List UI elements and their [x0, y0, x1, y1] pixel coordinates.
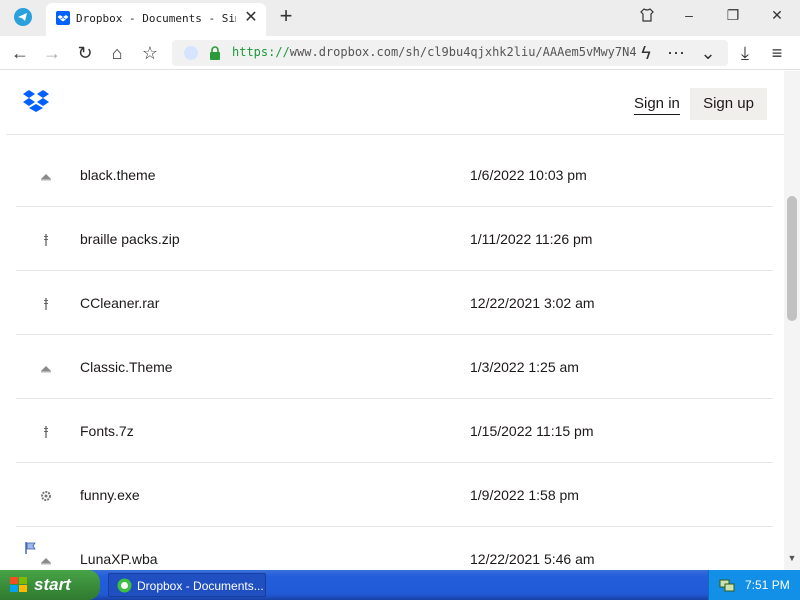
- network-icon[interactable]: [719, 577, 735, 593]
- lightning-icon[interactable]: ϟ: [634, 41, 658, 65]
- browser-tab-strip: Dropbox - Documents - Simpl ✕ + – ❐ ✕: [0, 0, 800, 36]
- clock: 7:51 PM: [745, 578, 790, 592]
- url-text[interactable]: https://www.dropbox.com/sh/cl9bu4qjxhk2l…: [232, 45, 637, 59]
- taskbar-item-label: Dropbox - Documents...: [137, 579, 264, 593]
- theme-file-icon: [40, 361, 52, 373]
- file-modified-date: 1/6/2022 10:03 pm: [470, 167, 587, 183]
- page-scrollbar[interactable]: ▼: [784, 71, 800, 570]
- start-button[interactable]: start: [0, 570, 100, 600]
- file-name[interactable]: CCleaner.rar: [80, 295, 159, 311]
- zip-file-icon: [40, 297, 52, 310]
- file-modified-date: 1/11/2022 11:26 pm: [470, 231, 593, 247]
- tab-close-icon[interactable]: ✕: [242, 9, 260, 27]
- zip-file-icon: [40, 233, 52, 246]
- windows-logo-icon: [10, 577, 28, 593]
- home-button[interactable]: ⌂: [105, 41, 129, 65]
- page-content: Sign in Sign up black.theme 1/6/2022 10:0…: [0, 71, 800, 570]
- bookmarks-star-icon[interactable]: ☆: [138, 41, 162, 65]
- minimize-button[interactable]: –: [674, 4, 704, 26]
- file-name[interactable]: funny.exe: [80, 487, 140, 503]
- chevron-down-icon[interactable]: ⌄: [696, 41, 720, 65]
- zip-file-icon: [40, 425, 52, 438]
- browser-toolbar: ← → ↻ ⌂ ☆ https://www.dropbox.com/sh/cl9…: [0, 36, 800, 70]
- file-row[interactable]: funny.exe 1/9/2022 1:58 pm: [16, 463, 773, 527]
- file-row[interactable]: Fonts.7z 1/15/2022 11:15 pm: [16, 399, 773, 463]
- exe-file-icon: [40, 489, 52, 501]
- tab-title: Dropbox - Documents - Simpl: [76, 12, 236, 25]
- file-name[interactable]: Fonts.7z: [80, 423, 134, 439]
- site-info-icon[interactable]: [184, 46, 198, 60]
- file-modified-date: 12/22/2021 5:46 am: [470, 551, 595, 567]
- more-options-icon[interactable]: ⋯: [664, 41, 688, 65]
- file-name[interactable]: Classic.Theme: [80, 359, 173, 375]
- file-modified-date: 1/15/2022 11:15 pm: [470, 423, 594, 439]
- system-tray: 7:51 PM: [708, 570, 800, 600]
- file-row[interactable]: black.theme 1/6/2022 10:03 pm: [16, 143, 773, 207]
- file-row[interactable]: braille packs.zip 1/11/2022 11:26 pm: [16, 207, 773, 271]
- file-name[interactable]: LunaXP.wba: [80, 551, 158, 567]
- reload-button[interactable]: ↻: [73, 41, 97, 65]
- file-name[interactable]: black.theme: [80, 167, 155, 183]
- file-row[interactable]: CCleaner.rar 12/22/2021 3:02 am: [16, 271, 773, 335]
- sign-in-link[interactable]: Sign in: [634, 95, 680, 115]
- start-label: start: [34, 575, 71, 594]
- file-modified-date: 12/22/2021 3:02 am: [470, 295, 595, 311]
- dropbox-logo-icon[interactable]: [22, 89, 50, 115]
- back-button[interactable]: ←: [8, 41, 32, 65]
- telegram-icon[interactable]: [14, 8, 32, 26]
- site-header: Sign in Sign up: [6, 71, 784, 135]
- taskbar-item-dropbox[interactable]: Dropbox - Documents...: [108, 573, 266, 597]
- tab-dropbox[interactable]: Dropbox - Documents - Simpl ✕: [46, 3, 266, 36]
- theme-file-icon: [40, 553, 52, 565]
- flag-icon: [24, 541, 38, 555]
- theme-file-icon: [40, 169, 52, 181]
- file-modified-date: 1/9/2022 1:58 pm: [470, 487, 579, 503]
- menu-icon[interactable]: ≡: [765, 41, 789, 65]
- shirt-icon[interactable]: [632, 4, 662, 26]
- taskbar: start Dropbox - Documents... 7:51 PM: [0, 570, 800, 600]
- file-name[interactable]: braille packs.zip: [80, 231, 180, 247]
- file-row[interactable]: Classic.Theme 1/3/2022 1:25 am: [16, 335, 773, 399]
- browser-icon: [117, 578, 132, 593]
- dropbox-favicon-icon: [56, 11, 70, 25]
- new-tab-button[interactable]: +: [276, 5, 296, 28]
- close-window-button[interactable]: ✕: [762, 4, 792, 26]
- file-modified-date: 1/3/2022 1:25 am: [470, 359, 579, 375]
- forward-button[interactable]: →: [40, 41, 64, 65]
- scroll-thumb[interactable]: [787, 196, 797, 321]
- scroll-down-arrow-icon[interactable]: ▼: [787, 553, 797, 563]
- lock-icon[interactable]: [208, 45, 222, 61]
- restore-button[interactable]: ❐: [718, 4, 748, 26]
- download-icon[interactable]: ⤓: [733, 41, 757, 65]
- sign-up-button[interactable]: Sign up: [690, 88, 767, 120]
- file-row[interactable]: LunaXP.wba 12/22/2021 5:46 am: [16, 527, 773, 570]
